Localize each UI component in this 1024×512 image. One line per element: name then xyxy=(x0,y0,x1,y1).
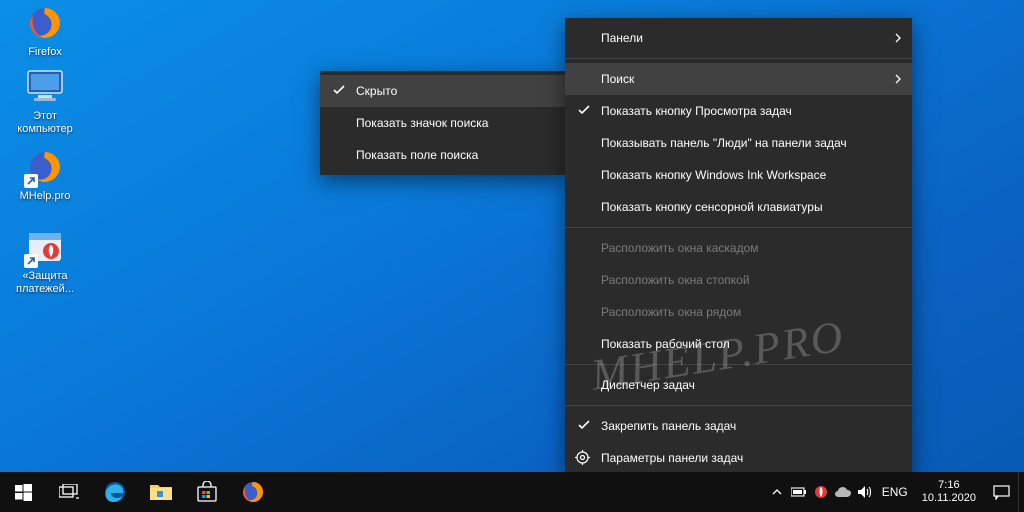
taskbar[interactable]: ENG 7:16 10.11.2020 xyxy=(0,472,1024,512)
desktop-icon-protection[interactable]: «Защита платежей... xyxy=(6,226,84,296)
desktop-icon-label: Firefox xyxy=(6,46,84,59)
task-view-button[interactable] xyxy=(46,472,92,512)
taskbar-app-edge[interactable] xyxy=(92,472,138,512)
menu-item-label: Закрепить панель задач xyxy=(601,419,736,433)
menu-item-label: Диспетчер задач xyxy=(601,378,695,392)
check-icon xyxy=(332,83,346,97)
tray-app-icon-1[interactable] xyxy=(810,472,832,512)
menu-separator xyxy=(565,405,912,406)
menu-item-label: Показывать панель "Люди" на панели задач xyxy=(601,136,847,150)
store-icon xyxy=(196,481,218,503)
menu-item-task-view[interactable]: Показать кнопку Просмотра задач xyxy=(565,95,912,127)
menu-item-lock-taskbar[interactable]: Закрепить панель задач xyxy=(565,410,912,442)
submenu-item-show-box[interactable]: Показать поле поиска xyxy=(320,139,565,171)
menu-item-label: Расположить окна рядом xyxy=(601,305,741,319)
tray-time: 7:16 xyxy=(922,479,976,492)
menu-item-label: Показать значок поиска xyxy=(356,116,488,130)
chevron-right-icon xyxy=(894,74,902,84)
tray-language[interactable]: ENG xyxy=(876,485,914,499)
menu-item-label: Скрыто xyxy=(356,84,397,98)
search-submenu: Скрыто Показать значок поиска Показать п… xyxy=(320,71,565,175)
menu-item-label: Поиск xyxy=(601,72,634,86)
menu-item-label: Показать кнопку Просмотра задач xyxy=(601,104,792,118)
desktop-icon-label: «Защита платежей... xyxy=(6,270,84,296)
menu-item-task-manager[interactable]: Диспетчер задач xyxy=(565,369,912,401)
taskbar-app-explorer[interactable] xyxy=(138,472,184,512)
menu-item-side-by-side: Расположить окна рядом xyxy=(565,296,912,328)
menu-item-people[interactable]: Показывать панель "Люди" на панели задач xyxy=(565,127,912,159)
desktop-icon-firefox[interactable]: Firefox xyxy=(6,2,84,59)
menu-item-label: Показать кнопку сенсорной клавиатуры xyxy=(601,200,823,214)
computer-icon xyxy=(24,66,66,108)
menu-item-label: Показать поле поиска xyxy=(356,148,478,162)
menu-item-show-desktop[interactable]: Показать рабочий стол xyxy=(565,328,912,360)
globe-shortcut-icon xyxy=(24,146,66,188)
check-icon xyxy=(577,103,591,117)
edge-icon xyxy=(103,480,127,504)
menu-item-label: Расположить окна стопкой xyxy=(601,273,750,287)
menu-item-label: Расположить окна каскадом xyxy=(601,241,759,255)
menu-separator xyxy=(565,227,912,228)
tray-onedrive-icon[interactable] xyxy=(832,472,854,512)
menu-item-search[interactable]: Поиск xyxy=(565,63,912,95)
menu-item-touch-keyboard[interactable]: Показать кнопку сенсорной клавиатуры xyxy=(565,191,912,223)
desktop-icon-label: MHelp.pro xyxy=(6,190,84,203)
menu-item-panels[interactable]: Панели xyxy=(565,22,912,54)
tray-volume-icon[interactable] xyxy=(854,472,876,512)
submenu-item-hidden[interactable]: Скрыто xyxy=(320,75,565,107)
tray-action-center[interactable] xyxy=(984,472,1018,512)
windows-icon xyxy=(15,484,32,501)
tray-chevron-up[interactable] xyxy=(766,472,788,512)
desktop-icon-mhelp[interactable]: MHelp.pro xyxy=(6,146,84,203)
system-tray: ENG 7:16 10.11.2020 xyxy=(766,472,1024,512)
taskbar-app-store[interactable] xyxy=(184,472,230,512)
taskbar-app-firefox[interactable] xyxy=(230,472,276,512)
firefox-icon xyxy=(24,2,66,44)
desktop[interactable]: Firefox Этот компьютер MHelp.pro «Защита… xyxy=(0,0,1024,512)
menu-separator xyxy=(565,364,912,365)
menu-item-ink[interactable]: Показать кнопку Windows Ink Workspace xyxy=(565,159,912,191)
taskbar-context-menu: Панели Поиск Показать кнопку Просмотра з… xyxy=(565,18,912,478)
gear-icon xyxy=(575,450,590,465)
menu-separator xyxy=(565,58,912,59)
desktop-icon-label: Этот компьютер xyxy=(6,110,84,136)
folder-icon xyxy=(149,482,173,502)
start-button[interactable] xyxy=(0,472,46,512)
desktop-icon-this-pc[interactable]: Этот компьютер xyxy=(6,66,84,136)
tray-battery-icon[interactable] xyxy=(788,472,810,512)
menu-item-taskbar-settings[interactable]: Параметры панели задач xyxy=(565,442,912,474)
task-view-icon xyxy=(59,484,79,500)
menu-item-cascade: Расположить окна каскадом xyxy=(565,232,912,264)
check-icon xyxy=(577,418,591,432)
firefox-icon xyxy=(241,480,265,504)
protection-shortcut-icon xyxy=(24,226,66,268)
tray-clock[interactable]: 7:16 10.11.2020 xyxy=(914,479,984,505)
menu-item-label: Параметры панели задач xyxy=(601,451,743,465)
chevron-right-icon xyxy=(894,33,902,43)
tray-date: 10.11.2020 xyxy=(922,492,976,505)
menu-item-stacked: Расположить окна стопкой xyxy=(565,264,912,296)
menu-item-label: Показать кнопку Windows Ink Workspace xyxy=(601,168,826,182)
menu-item-label: Показать рабочий стол xyxy=(601,337,730,351)
show-desktop-button[interactable] xyxy=(1018,472,1024,512)
menu-item-label: Панели xyxy=(601,31,643,45)
submenu-item-show-icon[interactable]: Показать значок поиска xyxy=(320,107,565,139)
